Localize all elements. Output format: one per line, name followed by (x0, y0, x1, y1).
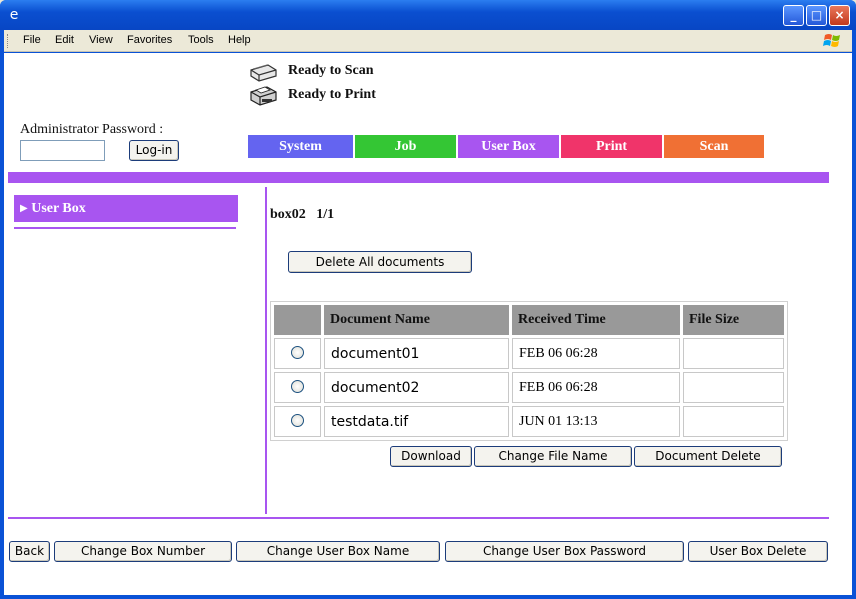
windows-logo-icon (823, 34, 840, 47)
tab-print[interactable]: Print (561, 135, 662, 158)
download-button[interactable]: Download (390, 446, 472, 467)
document-delete-button[interactable]: Document Delete (634, 446, 782, 467)
document-name-cell: testdata.tif (324, 406, 509, 437)
menu-edit[interactable]: Edit (55, 34, 74, 46)
scan-status-text: Ready to Scan (288, 63, 374, 78)
received-time-cell: JUN 01 13:13 (512, 406, 680, 437)
tab-job[interactable]: Job (355, 135, 456, 158)
browser-window: e _ □ × File Edit View Favorites Tools H… (0, 0, 856, 599)
menu-favorites[interactable]: Favorites (127, 34, 172, 46)
change-user-box-name-button[interactable]: Change User Box Name (236, 541, 440, 562)
maximize-button[interactable]: □ (806, 5, 827, 26)
table-row: testdata.tif JUN 01 13:13 (274, 406, 784, 437)
page-content: Ready to Scan Ready to Print Administrat… (4, 53, 852, 595)
print-status-text: Ready to Print (288, 87, 376, 102)
row-select-cell (274, 372, 321, 403)
sidebar-item-user-box[interactable]: ▶ User Box (14, 195, 238, 222)
change-user-box-password-button[interactable]: Change User Box Password (445, 541, 684, 562)
admin-password-label: Administrator Password : (20, 122, 164, 137)
tab-user-box[interactable]: User Box (458, 135, 559, 158)
change-box-number-button[interactable]: Change Box Number (54, 541, 232, 562)
file-size-cell (683, 372, 784, 403)
row-select-cell (274, 406, 321, 437)
menu-tools[interactable]: Tools (188, 34, 214, 46)
tab-system[interactable]: System (248, 135, 353, 158)
footer-divider (8, 517, 829, 519)
column-header-file-size: File Size (683, 305, 784, 335)
change-file-name-button[interactable]: Change File Name (474, 446, 632, 467)
menu-bar: File Edit View Favorites Tools Help (4, 30, 852, 52)
ie-icon: e (9, 7, 19, 23)
login-button[interactable]: Log-in (129, 140, 179, 161)
file-size-cell (683, 338, 784, 369)
document-table: Document Name Received Time File Size do… (270, 301, 788, 441)
vertical-divider (265, 187, 267, 514)
radio-button[interactable] (291, 413, 304, 427)
header-divider (8, 172, 829, 183)
radio-button[interactable] (291, 379, 304, 393)
minimize-button[interactable]: _ (783, 5, 804, 26)
box-name: box02 (270, 207, 306, 222)
title-bar: e _ □ × (0, 0, 856, 30)
column-header-document-name: Document Name (324, 305, 509, 335)
radio-button[interactable] (291, 345, 304, 359)
close-button[interactable]: × (829, 5, 850, 26)
printer-icon (250, 86, 277, 106)
box-title: box02 1/1 (270, 207, 334, 223)
scanner-icon (250, 64, 277, 82)
sidebar-item-label: User Box (31, 201, 86, 216)
box-page: 1/1 (316, 207, 335, 222)
sidebar-divider (14, 227, 236, 229)
received-time-cell: FEB 06 06:28 (512, 338, 680, 369)
toolbar-grip[interactable] (7, 34, 9, 48)
triangle-right-icon: ▶ (20, 203, 28, 214)
document-name-cell: document02 (324, 372, 509, 403)
tab-scan[interactable]: Scan (664, 135, 764, 158)
document-name-cell: document01 (324, 338, 509, 369)
table-row: document02 FEB 06 06:28 (274, 372, 784, 403)
back-button[interactable]: Back (9, 541, 50, 562)
row-select-cell (274, 338, 321, 369)
table-row: document01 FEB 06 06:28 (274, 338, 784, 369)
table-header-row: Document Name Received Time File Size (274, 305, 784, 335)
menu-help[interactable]: Help (228, 34, 251, 46)
received-time-cell: FEB 06 06:28 (512, 372, 680, 403)
menu-view[interactable]: View (89, 34, 113, 46)
column-header-received-time: Received Time (512, 305, 680, 335)
delete-all-documents-button[interactable]: Delete All documents (288, 251, 472, 273)
admin-password-input[interactable] (20, 140, 105, 161)
column-header-select (274, 305, 321, 335)
user-box-delete-button[interactable]: User Box Delete (688, 541, 828, 562)
menu-file[interactable]: File (23, 34, 41, 46)
file-size-cell (683, 406, 784, 437)
